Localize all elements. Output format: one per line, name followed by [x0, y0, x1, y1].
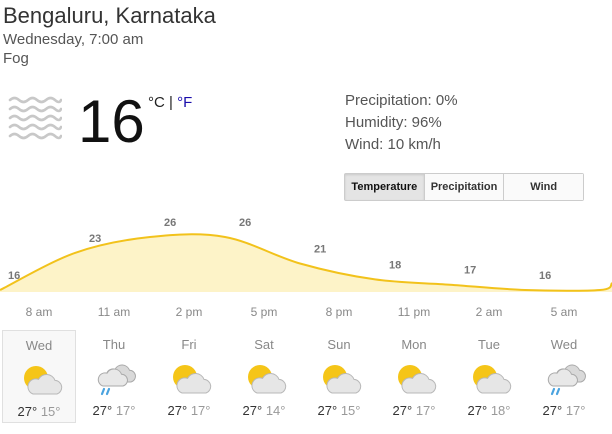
low-temperature: 17°	[190, 403, 211, 418]
current-temperature: 16	[78, 88, 145, 155]
day-forecast-wed[interactable]: Wed 27° 17°	[527, 330, 601, 423]
temperature-data-label: 21	[314, 244, 326, 256]
day-temperatures: 27° 15°	[3, 404, 75, 419]
partly-cloudy-icon	[243, 360, 287, 396]
day-name: Sat	[254, 337, 274, 352]
day-temperatures: 27° 18°	[452, 403, 526, 418]
day-temperatures: 27° 17°	[377, 403, 451, 418]
temperature-data-label: 26	[239, 217, 251, 229]
day-name: Wed	[550, 337, 578, 352]
day-temperatures: 27° 15°	[302, 403, 376, 418]
temperature-data-label: 17	[464, 265, 476, 277]
day-temperatures: 27° 17°	[77, 403, 151, 418]
partly-cloudy-icon	[468, 360, 512, 396]
time-tick-label: 11 pm	[398, 305, 430, 319]
unit-fahrenheit-link[interactable]: °F	[177, 94, 192, 111]
time-tick-label: 2 am	[476, 305, 503, 319]
partly-cloudy-icon	[19, 361, 63, 397]
time-tick-label: 8 pm	[326, 305, 353, 319]
low-temperature: 17°	[415, 403, 436, 418]
day-temperatures: 27° 14°	[227, 403, 301, 418]
day-name: Thu	[102, 337, 126, 352]
low-temperature: 14°	[265, 403, 286, 418]
partly-cloudy-icon	[393, 360, 437, 396]
low-temperature: 17°	[565, 403, 586, 418]
day-name: Wed	[25, 338, 53, 353]
day-temperatures: 27° 17°	[152, 403, 226, 418]
day-forecast-fri[interactable]: Fri 27° 17°	[152, 330, 226, 423]
day-forecast-mon[interactable]: Mon 27° 17°	[377, 330, 451, 423]
time-tick-label: 5 am	[551, 305, 578, 319]
day-name: Sun	[327, 337, 351, 352]
wind-stat: Wind: 10 km/h	[345, 136, 441, 153]
temperature-data-label: 26	[164, 217, 176, 229]
high-temperature: 27°	[92, 403, 113, 418]
weather-condition: Fog	[3, 50, 29, 67]
temperature-data-label: 23	[89, 233, 101, 245]
low-temperature: 17°	[115, 403, 136, 418]
high-temperature: 27°	[392, 403, 413, 418]
partly-cloudy-icon	[318, 360, 362, 396]
unit-separator: |	[164, 94, 178, 111]
day-forecast-sun[interactable]: Sun 27° 15°	[302, 330, 376, 423]
high-temperature: 27°	[167, 403, 188, 418]
tab-temperature[interactable]: Temperature	[345, 174, 425, 200]
high-temperature: 27°	[242, 403, 263, 418]
humidity-stat: Humidity: 96%	[345, 114, 442, 131]
low-temperature: 18°	[490, 403, 511, 418]
day-name: Mon	[401, 337, 427, 352]
day-forecast-wed[interactable]: Wed 27° 15°	[2, 330, 76, 423]
time-tick-label: 2 pm	[176, 305, 203, 319]
location-title: Bengaluru, Karnataka	[3, 3, 216, 28]
time-tick-label: 11 am	[98, 305, 130, 319]
precipitation-stat: Precipitation: 0%	[345, 92, 458, 109]
rain-cloud-icon	[93, 360, 137, 396]
low-temperature: 15°	[340, 403, 361, 418]
high-temperature: 27°	[317, 403, 338, 418]
tab-precipitation[interactable]: Precipitation	[424, 174, 505, 200]
temperature-data-label: 18	[389, 259, 401, 271]
day-forecast-tue[interactable]: Tue 27° 18°	[452, 330, 526, 423]
temperature-data-label: 16	[8, 270, 20, 282]
partly-cloudy-icon	[168, 360, 212, 396]
day-temperatures: 27° 17°	[527, 403, 601, 418]
day-forecast-thu[interactable]: Thu 27° 17°	[77, 330, 151, 423]
high-temperature: 27°	[17, 404, 38, 419]
fog-icon	[8, 96, 62, 140]
high-temperature: 27°	[467, 403, 488, 418]
high-temperature: 27°	[542, 403, 563, 418]
day-name: Fri	[181, 337, 197, 352]
time-tick-label: 8 am	[26, 305, 53, 319]
time-tick-label: 5 pm	[251, 305, 278, 319]
temperature-data-label: 16	[539, 270, 551, 282]
daily-forecast: Wed 27° 15° Thu 27° 17° Fri 27° 17° Sat 27° 14°…	[0, 330, 612, 425]
date-time: Wednesday, 7:00 am	[3, 31, 144, 48]
temperature-chart: 16 23 26 26 21 18 17 16 8 am 11 am 2 pm 5 pm 8 pm 11 …	[0, 217, 612, 319]
rain-cloud-icon	[543, 360, 587, 396]
low-temperature: 15°	[40, 404, 61, 419]
day-name: Tue	[478, 337, 500, 352]
day-forecast-sat[interactable]: Sat 27° 14°	[227, 330, 301, 423]
tab-wind[interactable]: Wind	[504, 174, 584, 200]
unit-switcher: °C | °F	[148, 94, 192, 111]
chart-tabs: Temperature Precipitation Wind	[344, 173, 584, 201]
unit-celsius: °C	[148, 94, 165, 111]
